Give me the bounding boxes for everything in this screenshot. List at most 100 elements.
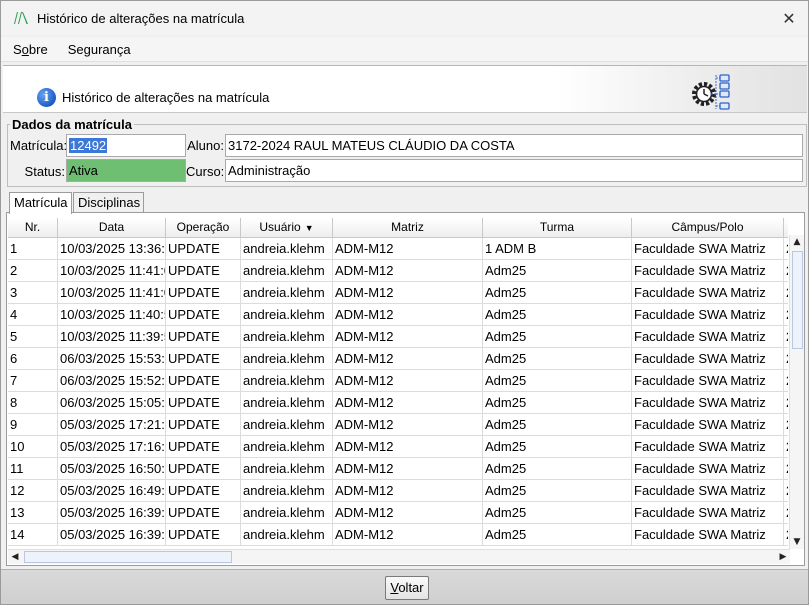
cell-campus: Faculdade SWA Matriz (632, 348, 784, 370)
cell-operacao: UPDATE (166, 326, 241, 348)
vertical-scroll-thumb[interactable] (792, 251, 803, 349)
cell-nr: 13 (8, 502, 58, 524)
table-row[interactable]: 110/03/2025 13:36:10UPDATEandreia.klehmA… (8, 238, 788, 260)
sort-desc-icon: ▼ (304, 223, 314, 233)
table-row[interactable]: 806/03/2025 15:05:24UPDATEandreia.klehmA… (8, 392, 788, 414)
window-title: Histórico de alterações na matrícula (37, 10, 245, 26)
cell-operacao: UPDATE (166, 348, 241, 370)
table-header: Nr. Data Operação Usuário ▼ Matriz Turma Câmpus… (8, 218, 788, 238)
close-icon[interactable]: ✕ (776, 5, 802, 31)
cell-usuario: andreia.klehm (241, 348, 333, 370)
cell-usuario: andreia.klehm (241, 458, 333, 480)
cell-extra: 2 (784, 370, 788, 392)
cell-nr: 1 (8, 238, 58, 260)
cell-turma: Adm25 (483, 436, 632, 458)
cell-matriz: ADM-M12 (333, 458, 483, 480)
aluno-field[interactable]: 3172-2024 RAUL MATEUS CLÁUDIO DA COSTA (225, 134, 803, 157)
history-table: Nr. Data Operação Usuário ▼ Matriz Turma Câmpus… (6, 212, 805, 566)
scroll-down-icon[interactable]: ▼ (790, 535, 804, 549)
header-gradient (557, 66, 807, 112)
menu-bar: Sobre Segurança (1, 37, 808, 62)
cell-campus: Faculdade SWA Matriz (632, 458, 784, 480)
column-header-campus[interactable]: Câmpus/Polo (632, 218, 784, 238)
table-row[interactable]: 606/03/2025 15:53:03UPDATEandreia.klehmA… (8, 348, 788, 370)
scroll-right-icon[interactable]: ▶ (776, 550, 790, 564)
cell-matriz: ADM-M12 (333, 370, 483, 392)
column-header-operacao[interactable]: Operação (166, 218, 241, 238)
cell-turma: Adm25 (483, 458, 632, 480)
table-row[interactable]: 310/03/2025 11:41:02UPDATEandreia.klehmA… (8, 282, 788, 304)
cell-usuario: andreia.klehm (241, 304, 333, 326)
voltar-label: Voltar (390, 580, 424, 595)
header-panel: i Histórico de alterações na matrícula (3, 65, 807, 113)
cell-turma: 1 ADM B (483, 238, 632, 260)
cell-data: 06/03/2025 15:52:53 (58, 370, 166, 392)
table-row[interactable]: 1005/03/2025 17:16:07UPDATEandreia.klehm… (8, 436, 788, 458)
horizontal-scrollbar[interactable]: ◀ ▶ (8, 549, 790, 564)
cell-campus: Faculdade SWA Matriz (632, 480, 784, 502)
cell-turma: Adm25 (483, 392, 632, 414)
column-header-extra[interactable] (784, 218, 788, 238)
column-header-usuario[interactable]: Usuário ▼ (241, 218, 333, 238)
vertical-scrollbar[interactable]: ▲ ▼ (789, 235, 804, 549)
column-header-data[interactable]: Data (58, 218, 166, 238)
curso-field[interactable]: Administração (225, 159, 803, 182)
cell-data: 05/03/2025 16:39:15 (58, 502, 166, 524)
cell-campus: Faculdade SWA Matriz (632, 238, 784, 260)
voltar-button[interactable]: Voltar (385, 576, 429, 600)
cell-data: 05/03/2025 16:50:17 (58, 458, 166, 480)
cell-extra: 2 (784, 238, 788, 260)
cell-nr: 9 (8, 414, 58, 436)
menu-seguranca[interactable]: Segurança (56, 42, 139, 57)
table-row[interactable]: 210/03/2025 11:41:09UPDATEandreia.klehmA… (8, 260, 788, 282)
cell-extra: 2 (784, 304, 788, 326)
aluno-label: Aluno: (187, 138, 224, 153)
tab-matricula[interactable]: Matrícula (9, 192, 72, 214)
cell-extra: 2 (784, 392, 788, 414)
cell-matriz: ADM-M12 (333, 436, 483, 458)
table-row[interactable]: 905/03/2025 17:21:11UPDATEandreia.klehmA… (8, 414, 788, 436)
horizontal-scroll-thumb[interactable] (24, 551, 232, 563)
cell-operacao: UPDATE (166, 458, 241, 480)
table-row[interactable]: 1205/03/2025 16:49:39UPDATEandreia.klehm… (8, 480, 788, 502)
cell-matriz: ADM-M12 (333, 414, 483, 436)
tab-disciplinas[interactable]: Disciplinas (73, 192, 144, 213)
cell-usuario: andreia.klehm (241, 282, 333, 304)
dialog-window: Histórico de alterações na matrícula ✕ S… (0, 0, 809, 605)
table-row[interactable]: 1105/03/2025 16:50:17UPDATEandreia.klehm… (8, 458, 788, 480)
menu-sobre[interactable]: Sobre (1, 42, 56, 57)
cell-matriz: ADM-M12 (333, 238, 483, 260)
title-bar: Histórico de alterações na matrícula ✕ (1, 1, 808, 35)
table-row[interactable]: 410/03/2025 11:40:50UPDATEandreia.klehmA… (8, 304, 788, 326)
cell-operacao: UPDATE (166, 238, 241, 260)
table-row[interactable]: 1405/03/2025 16:39:11UPDATEandreia.klehm… (8, 524, 788, 546)
history-grid: Nr. Data Operação Usuário ▼ Matriz Turma Câmpus… (8, 214, 788, 548)
cell-turma: Adm25 (483, 348, 632, 370)
cell-extra: 2 (784, 414, 788, 436)
cell-campus: Faculdade SWA Matriz (632, 370, 784, 392)
table-row[interactable]: 510/03/2025 11:39:51UPDATEandreia.klehmA… (8, 326, 788, 348)
cell-turma: Adm25 (483, 326, 632, 348)
matricula-label: Matrícula: (10, 138, 68, 153)
table-body: 110/03/2025 13:36:10UPDATEandreia.klehmA… (8, 238, 788, 546)
scroll-up-icon[interactable]: ▲ (790, 235, 804, 249)
scroll-left-icon[interactable]: ◀ (8, 550, 22, 564)
cell-nr: 7 (8, 370, 58, 392)
workflow-gear-icon (692, 74, 730, 110)
cell-campus: Faculdade SWA Matriz (632, 304, 784, 326)
cell-turma: Adm25 (483, 304, 632, 326)
cell-data: 05/03/2025 16:49:39 (58, 480, 166, 502)
column-header-matriz[interactable]: Matriz (333, 218, 483, 238)
cell-campus: Faculdade SWA Matriz (632, 524, 784, 546)
column-header-turma[interactable]: Turma (483, 218, 632, 238)
table-row[interactable]: 706/03/2025 15:52:53UPDATEandreia.klehmA… (8, 370, 788, 392)
cell-nr: 12 (8, 480, 58, 502)
column-header-nr[interactable]: Nr. (8, 218, 58, 238)
status-field[interactable]: Ativa (66, 159, 186, 182)
cell-turma: Adm25 (483, 370, 632, 392)
cell-usuario: andreia.klehm (241, 524, 333, 546)
matricula-field[interactable]: 12492 (66, 134, 186, 157)
table-row[interactable]: 1305/03/2025 16:39:15UPDATEandreia.klehm… (8, 502, 788, 524)
cell-turma: Adm25 (483, 524, 632, 546)
cell-data: 10/03/2025 13:36:10 (58, 238, 166, 260)
